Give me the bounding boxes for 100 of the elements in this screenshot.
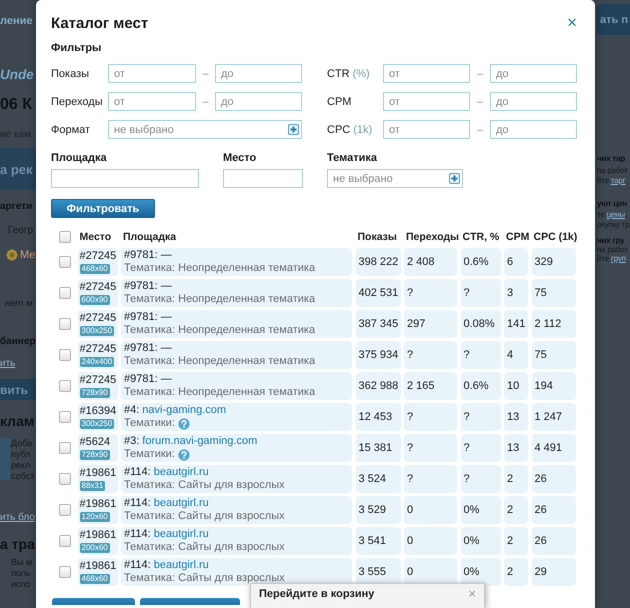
- checkbox[interactable]: [58, 442, 70, 454]
- range-from-field[interactable]: от: [108, 64, 196, 83]
- size-badge: 468x60: [80, 574, 110, 584]
- page-heading: а тра: [0, 536, 35, 552]
- size-badge: 200x60: [80, 543, 110, 553]
- table-cell: 0.08%: [460, 310, 500, 338]
- text-field[interactable]: [223, 169, 303, 188]
- checkbox[interactable]: [58, 566, 70, 578]
- site-link[interactable]: beautgirl.ru: [154, 466, 209, 479]
- topic-text: Тематика: Неопределенная тематика: [124, 386, 316, 399]
- place-id: #19861: [80, 498, 116, 511]
- checkbox[interactable]: [58, 535, 70, 547]
- section-heading: аргети: [0, 201, 32, 212]
- place-id: #27245: [80, 281, 116, 294]
- range-to-field[interactable]: до: [215, 92, 302, 111]
- topic-text: Тематика: Неопределенная тематика: [124, 324, 316, 337]
- table-cell: 375 934: [356, 341, 400, 369]
- checkbox[interactable]: [58, 318, 70, 330]
- site-title: #9781: —: [124, 373, 172, 386]
- checkbox[interactable]: [58, 287, 70, 299]
- filter-label: CPC (1k): [327, 124, 372, 136]
- topic-text: Тематика: Неопределенная тематика: [124, 262, 316, 275]
- table-cell: 402 531: [356, 279, 400, 307]
- table-cell: ?: [460, 434, 500, 462]
- filter-button[interactable]: Фильтровать: [51, 199, 155, 218]
- size-badge: 300x250: [80, 326, 114, 336]
- site-link[interactable]: navi-gaming.com: [142, 404, 226, 417]
- range-dash: –: [202, 96, 209, 108]
- table-cell: 26: [532, 496, 576, 524]
- table-cell: 141: [504, 310, 528, 338]
- filter-label: CTR (%): [327, 68, 370, 80]
- table-cell: 2 165: [404, 372, 457, 400]
- page-button[interactable]: ать п: [597, 4, 630, 35]
- topic-text: Тематики:: [124, 417, 175, 430]
- nav-link[interactable]: ление: [0, 15, 32, 27]
- checkbox[interactable]: [58, 411, 70, 423]
- page-button[interactable]: вить: [0, 379, 36, 400]
- table-cell: 2: [504, 527, 528, 555]
- page-heading: 06 К: [0, 96, 32, 114]
- range-to-field[interactable]: до: [490, 120, 577, 139]
- close-button[interactable]: ×: [468, 587, 476, 601]
- table-cell: 0%: [460, 496, 500, 524]
- range-from-field[interactable]: от: [383, 64, 470, 83]
- section-heading: чих тар: [597, 154, 626, 162]
- place-id: #5624: [80, 436, 110, 449]
- place-id: #19861: [80, 529, 116, 542]
- range-from-field[interactable]: от: [383, 92, 470, 111]
- plus-icon: [288, 124, 299, 135]
- page-heading: клам: [0, 413, 34, 429]
- table-cell: 3 529: [356, 496, 400, 524]
- range-dash: –: [476, 124, 484, 136]
- table-cell: 2: [504, 496, 528, 524]
- range-from-field[interactable]: от: [383, 120, 470, 139]
- footer-button[interactable]: [140, 598, 240, 605]
- select-field[interactable]: не выбрано: [327, 169, 463, 188]
- page-link[interactable]: ить бло: [0, 512, 35, 522]
- table-cell: 2 112: [532, 310, 576, 338]
- section-banner: а рек: [0, 148, 36, 190]
- column-header: CPC (1k): [532, 230, 578, 244]
- table-cell: 29: [532, 558, 576, 586]
- size-badge: 728x90: [80, 450, 110, 460]
- site-link[interactable]: forum.navi-gaming.com: [142, 435, 258, 448]
- page-link[interactable]: цены: [606, 210, 625, 218]
- topic-text: Тематика: Сайты для взрослых: [124, 479, 285, 492]
- page-link[interactable]: груп: [610, 254, 626, 263]
- site-link[interactable]: beautgirl.ru: [154, 528, 209, 541]
- site-number: #114:: [124, 466, 151, 479]
- checkbox[interactable]: [58, 473, 70, 485]
- table-cell: 2 408: [404, 248, 457, 276]
- table-cell: 3 541: [356, 527, 400, 555]
- site-title: #9781: —: [124, 311, 172, 324]
- footer-button[interactable]: [52, 598, 135, 605]
- table-cell: 1 247: [532, 403, 576, 431]
- table-cell: ?: [404, 403, 457, 431]
- table-cell: 297: [404, 310, 457, 338]
- range-to-field[interactable]: до: [215, 64, 302, 83]
- text-field[interactable]: [51, 169, 199, 188]
- site-link[interactable]: beautgirl.ru: [154, 497, 209, 510]
- table-cell: 2: [504, 465, 528, 493]
- select-field[interactable]: не выбрано: [108, 120, 302, 139]
- size-badge: 600x90: [80, 295, 110, 305]
- field-label: Место: [223, 151, 256, 165]
- close-button[interactable]: ×: [566, 14, 578, 30]
- table-cell: 0%: [460, 558, 500, 586]
- page-link[interactable]: ить: [0, 358, 16, 368]
- range-to-field[interactable]: до: [490, 64, 577, 83]
- checkbox[interactable]: [58, 231, 70, 243]
- range-from-field[interactable]: от: [108, 92, 196, 111]
- popup-title: Перейдите в корзину: [259, 587, 374, 601]
- page-link[interactable]: тарг: [610, 176, 626, 185]
- checkbox[interactable]: [58, 256, 70, 268]
- checkbox[interactable]: [58, 349, 70, 361]
- site-link[interactable]: beautgirl.ru: [154, 559, 209, 572]
- range-to-field[interactable]: до: [490, 92, 577, 111]
- size-badge: 300x250: [80, 419, 114, 429]
- page-link[interactable]: Ме: [20, 249, 36, 261]
- checkbox[interactable]: [58, 380, 70, 392]
- checkbox[interactable]: [58, 504, 70, 516]
- filter-label: Переходы: [51, 96, 103, 108]
- table-cell: 75: [532, 279, 576, 307]
